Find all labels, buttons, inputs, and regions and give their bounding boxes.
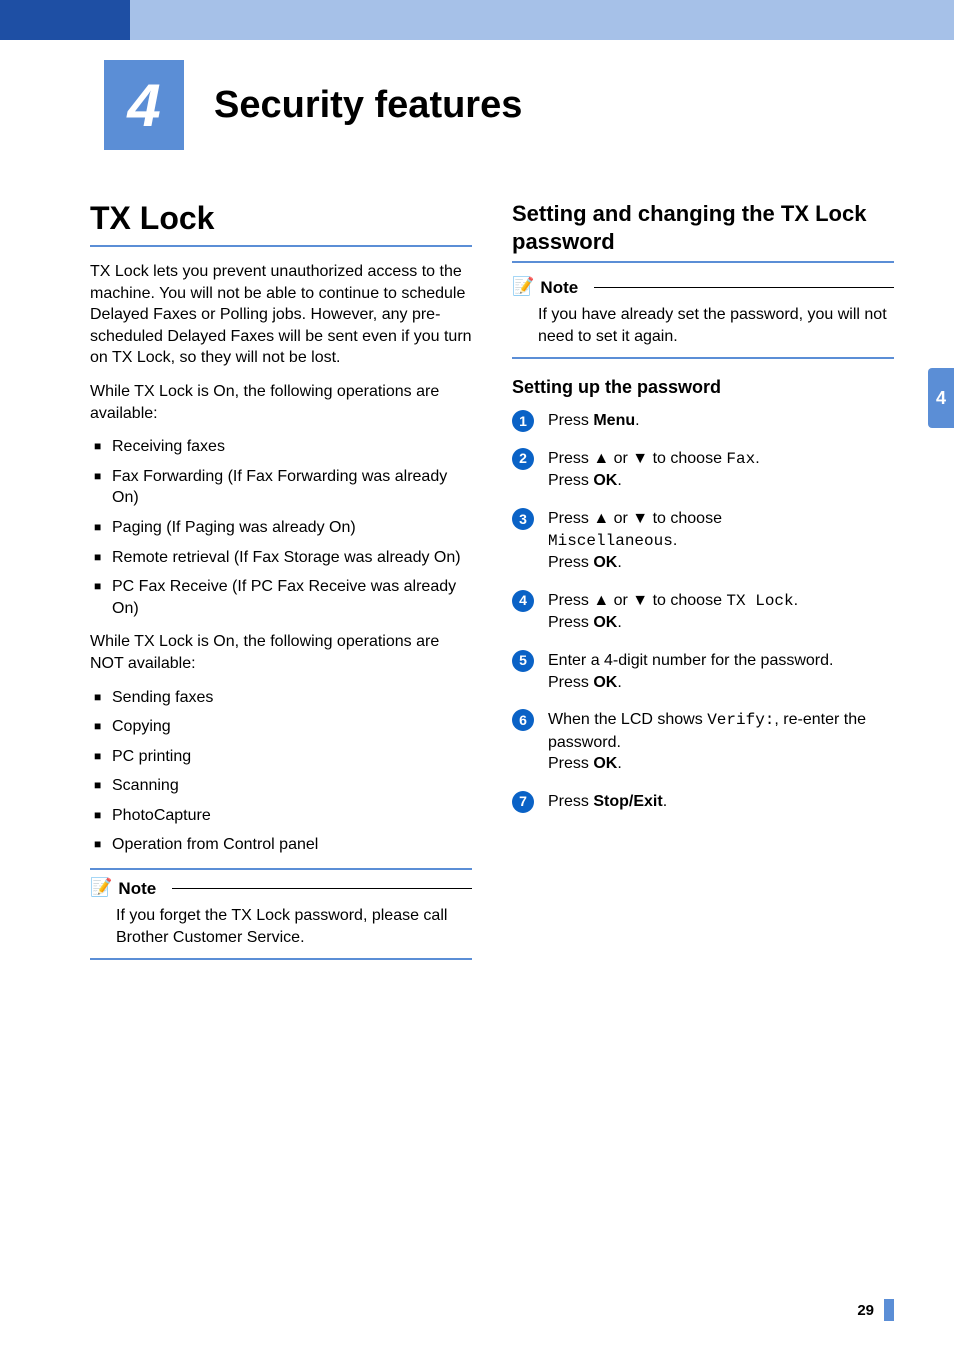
- note-box: 📝 Note If you forget the TX Lock passwor…: [90, 868, 472, 960]
- not-available-operations-list: Sending faxes Copying PC printing Scanni…: [90, 687, 472, 857]
- note-text: If you have already set the password, yo…: [512, 304, 894, 347]
- step-text: Press ▲ or ▼ to choose: [548, 510, 722, 527]
- list-item: Operation from Control panel: [90, 834, 472, 856]
- step-text: .: [794, 592, 798, 609]
- step-text: Press: [548, 614, 593, 631]
- step-bold: OK: [593, 614, 617, 631]
- step-item: 6 When the LCD shows Verify:, re-enter t…: [512, 709, 894, 775]
- step-text: Press ▲ or ▼ to choose: [548, 450, 726, 467]
- note-icon: 📝: [512, 276, 534, 297]
- step-bold: OK: [593, 554, 617, 571]
- step-text: Press ▲ or ▼ to choose: [548, 592, 726, 609]
- step-text: .: [617, 554, 621, 571]
- step-number-icon: 7: [512, 791, 534, 813]
- intro-paragraph-2: While TX Lock is On, the following opera…: [90, 381, 472, 424]
- step-text: .: [617, 472, 621, 489]
- step-number-icon: 1: [512, 410, 534, 432]
- step-text: Press: [548, 793, 593, 810]
- step-text: .: [635, 412, 639, 429]
- header-bar: [0, 0, 954, 40]
- step-text: Press: [548, 674, 593, 691]
- step-code: Miscellaneous: [548, 532, 673, 550]
- list-item: PC printing: [90, 746, 472, 768]
- step-bold: OK: [593, 472, 617, 489]
- list-item: Remote retrieval (If Fax Storage was alr…: [90, 547, 472, 569]
- step-text: Press: [548, 554, 593, 571]
- list-item: Receiving faxes: [90, 436, 472, 458]
- step-text: Press: [548, 412, 593, 429]
- step-text: When the LCD shows: [548, 711, 707, 728]
- chapter-header: 4 Security features: [0, 60, 954, 150]
- step-number-icon: 5: [512, 650, 534, 672]
- list-item: Copying: [90, 716, 472, 738]
- step-number-icon: 6: [512, 709, 534, 731]
- available-operations-list: Receiving faxes Fax Forwarding (If Fax F…: [90, 436, 472, 619]
- step-item: 5 Enter a 4-digit number for the passwor…: [512, 650, 894, 693]
- note-icon: 📝: [90, 877, 112, 898]
- step-code: Fax: [726, 450, 755, 468]
- step-code: TX Lock: [726, 592, 793, 610]
- step-item: 3 Press ▲ or ▼ to choose Miscellaneous. …: [512, 508, 894, 574]
- step-text: .: [663, 793, 667, 810]
- left-column: TX Lock TX Lock lets you prevent unautho…: [90, 200, 472, 960]
- step-number-icon: 4: [512, 590, 534, 612]
- step-text: .: [755, 450, 759, 467]
- chapter-number-badge: 4: [104, 60, 184, 150]
- step-item: 4 Press ▲ or ▼ to choose TX Lock. Press …: [512, 590, 894, 634]
- step-number-icon: 2: [512, 448, 534, 470]
- step-item: 1 Press Menu.: [512, 410, 894, 432]
- list-item: PhotoCapture: [90, 805, 472, 827]
- divider: [512, 261, 894, 263]
- footer-accent: [884, 1299, 894, 1321]
- divider: [90, 245, 472, 247]
- step-text: Press: [548, 755, 593, 772]
- step-bold: OK: [593, 755, 617, 772]
- step-text: .: [617, 755, 621, 772]
- note-rule: [172, 888, 472, 889]
- step-bold: Menu: [593, 412, 635, 429]
- right-column: Setting and changing the TX Lock passwor…: [512, 200, 894, 960]
- step-code: Verify:: [707, 711, 774, 729]
- step-text: Enter a 4-digit number for the password.: [548, 652, 833, 669]
- subsection-heading: Setting up the password: [512, 377, 894, 398]
- step-bold: OK: [593, 674, 617, 691]
- chapter-title: Security features: [184, 60, 522, 150]
- list-item: Paging (If Paging was already On): [90, 517, 472, 539]
- side-tab: 4: [928, 368, 954, 428]
- step-text: .: [617, 614, 621, 631]
- step-bold: Stop/Exit: [593, 793, 662, 810]
- note-label: Note: [118, 879, 156, 899]
- list-item: Fax Forwarding (If Fax Forwarding was al…: [90, 466, 472, 509]
- page-footer: 29: [857, 1299, 894, 1321]
- steps-list: 1 Press Menu. 2 Press ▲ or ▼ to choose F…: [512, 410, 894, 812]
- list-item: Scanning: [90, 775, 472, 797]
- note-label: Note: [540, 278, 578, 298]
- step-text: .: [673, 532, 677, 549]
- section-heading-password: Setting and changing the TX Lock passwor…: [512, 200, 894, 255]
- step-text: .: [617, 674, 621, 691]
- note-text: If you forget the TX Lock password, plea…: [90, 905, 472, 948]
- step-text: Press: [548, 472, 593, 489]
- step-item: 7 Press Stop/Exit.: [512, 791, 894, 813]
- intro-paragraph: TX Lock lets you prevent unauthorized ac…: [90, 261, 472, 369]
- note-rule: [594, 287, 894, 288]
- list-item: Sending faxes: [90, 687, 472, 709]
- page-number: 29: [857, 1302, 874, 1319]
- step-item: 2 Press ▲ or ▼ to choose Fax. Press OK.: [512, 448, 894, 492]
- note-box: 📝 Note If you have already set the passw…: [512, 277, 894, 359]
- intro-paragraph-3: While TX Lock is On, the following opera…: [90, 631, 472, 674]
- section-heading-txlock: TX Lock: [90, 200, 472, 237]
- step-number-icon: 3: [512, 508, 534, 530]
- list-item: PC Fax Receive (If PC Fax Receive was al…: [90, 576, 472, 619]
